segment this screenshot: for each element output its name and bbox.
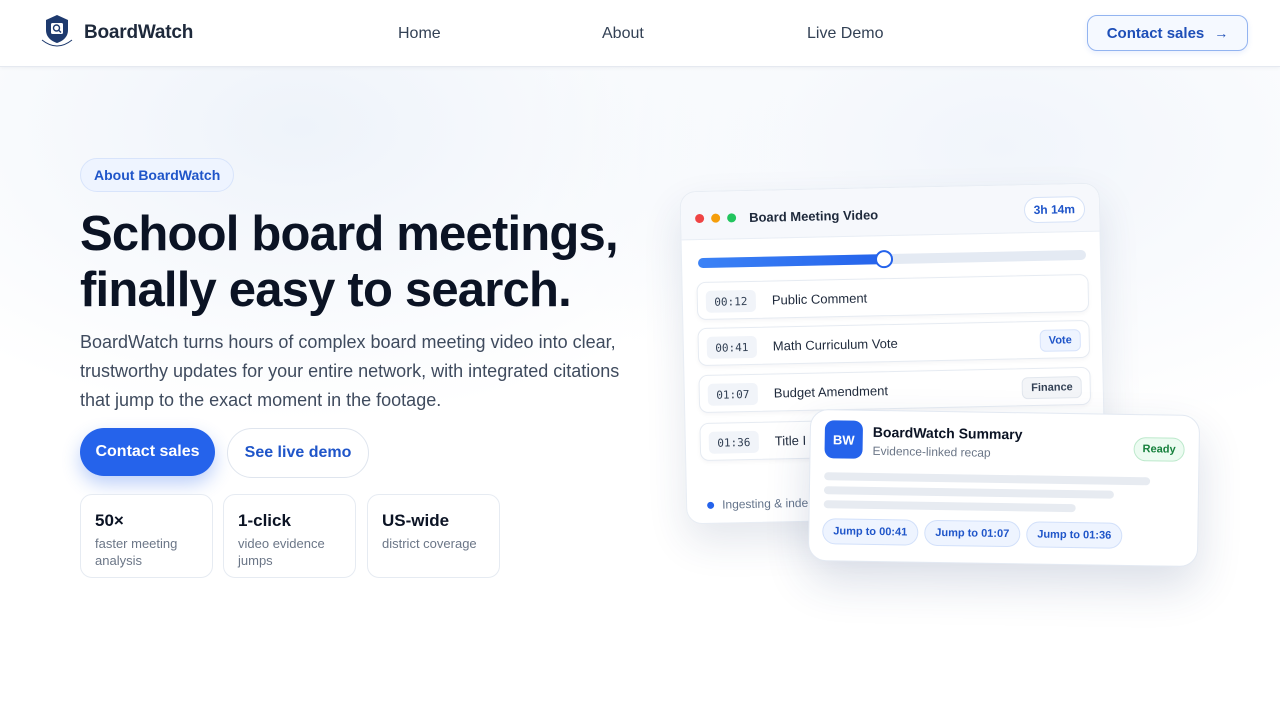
boardwatch-logo-icon[interactable] [38,12,76,52]
stat-label: faster meeting analysis [95,536,178,568]
ingest-status-text: Ingesting & inde [721,495,809,512]
header-contact-sales-button[interactable]: Contact sales → [1087,15,1248,51]
window-dot-yellow-icon [711,213,721,223]
bw-avatar: BW [824,420,864,459]
boardwatch-summary-card: BW BoardWatch Summary Evidence-linked re… [807,408,1201,568]
jump-button[interactable]: Jump to 01:36 [1026,521,1123,549]
hero-title: School board meetings, finally easy to s… [80,206,680,318]
timestamp: 00:41 [706,335,758,359]
status-dot-icon [707,501,715,509]
summary-skeleton-line [823,486,1114,499]
video-card-header: Board Meeting Video 3h 14m [680,183,1100,241]
see-live-demo-button[interactable]: See live demo [227,428,369,478]
contact-sales-button[interactable]: Contact sales [80,428,215,476]
timestamp-row[interactable]: 00:41 Math Curriculum Vote Vote [697,319,1091,367]
nav-about[interactable]: About [602,25,644,43]
stat-label: district coverage [382,536,477,551]
stat-value: 1-click [238,511,291,530]
window-dot-green-icon [727,213,737,223]
site-header: BoardWatch Home About Live Demo Contact … [0,0,1280,67]
jump-button[interactable]: Jump to 01:07 [924,519,1021,548]
ingest-status: Ingesting & inde [707,496,808,512]
brand-name[interactable]: BoardWatch [84,22,193,44]
timestamp-row[interactable]: 00:12 Public Comment [696,273,1090,321]
hero-title-line-2: finally easy to search. [80,263,572,317]
hero-title-line-1: School board meetings, [80,207,619,261]
row-label: Math Curriculum Vote [772,335,898,354]
summary-skeleton-line [823,500,1076,513]
finance-tag: Finance [1021,376,1082,400]
nav-home[interactable]: Home [398,25,441,43]
stat-value: US-wide [382,511,450,530]
header-contact-sales-label: Contact sales [1106,24,1205,42]
about-pill: About BoardWatch [80,158,235,192]
row-label: Title I [774,432,807,449]
summary-subtitle: Evidence-linked recap [872,443,991,460]
vote-tag: Vote [1039,329,1081,352]
stat-card: US-wide district coverage [367,494,500,578]
summary-title: BoardWatch Summary [872,423,1023,443]
nav-live-demo[interactable]: Live Demo [807,25,883,43]
row-label: Budget Amendment [773,383,889,401]
timestamp: 00:12 [705,289,757,313]
jump-button[interactable]: Jump to 00:41 [822,518,919,546]
video-progress-bar[interactable] [697,249,1087,269]
stat-label: video evidence jumps [238,536,325,568]
duration-badge: 3h 14m [1023,195,1086,224]
arrow-right-icon: → [1214,25,1229,41]
window-dot-red-icon [695,213,705,224]
hero-lead: BoardWatch turns hours of complex board … [80,332,620,410]
stat-card: 50× faster meeting analysis [80,494,213,578]
stat-card: 1-click video evidence jumps [223,494,356,578]
video-progress-handle[interactable] [875,249,894,269]
timestamp: 01:07 [707,382,759,406]
row-label: Public Comment [771,290,868,308]
summary-skeleton-line [824,472,1151,486]
stat-value: 50× [95,511,124,530]
ready-badge: Ready [1133,437,1185,462]
video-progress-fill [697,254,885,269]
timestamp: 01:36 [708,430,760,454]
timestamp-row[interactable]: 01:07 Budget Amendment Finance [698,366,1092,414]
video-card-title: Board Meeting Video [748,207,879,225]
